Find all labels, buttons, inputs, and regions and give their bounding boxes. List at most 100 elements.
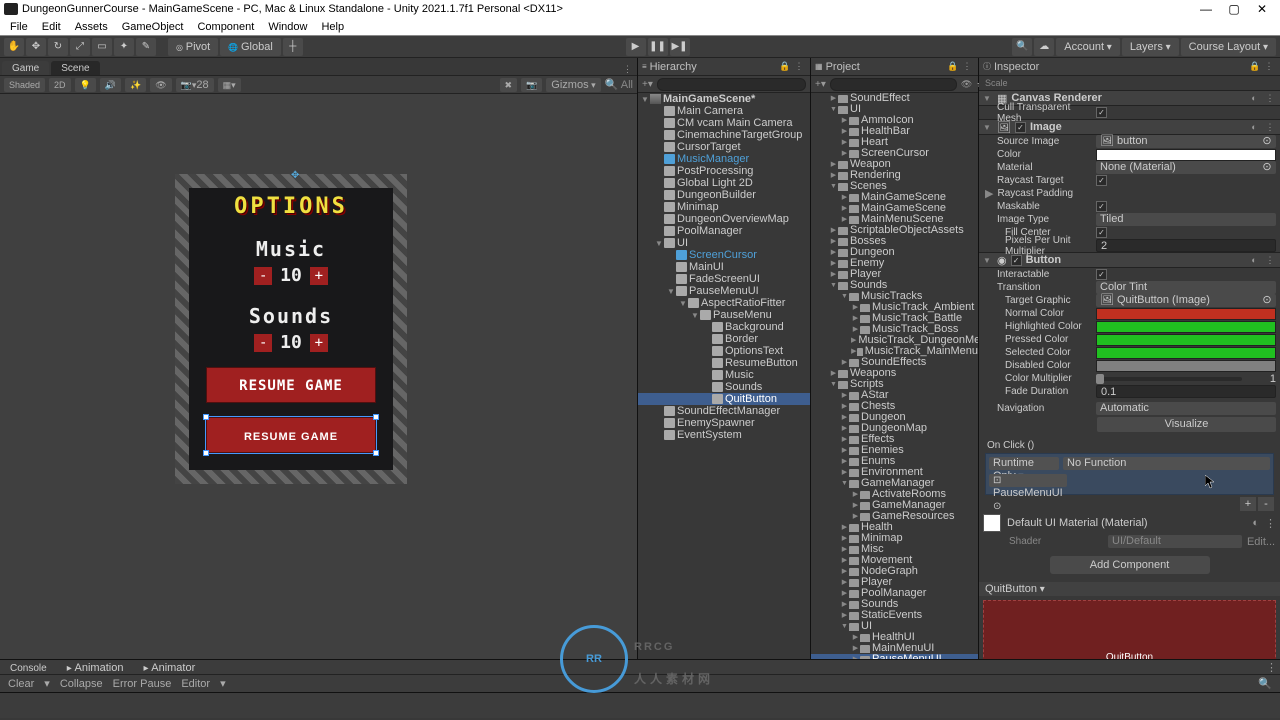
add-component-button[interactable]: Add Component [1050,556,1210,574]
hierarchy-item[interactable]: EventSystem [638,429,810,441]
project-item[interactable]: ▶Weapons [811,368,978,379]
scene-view[interactable]: ✥ OPTIONS Music - 10 + Sounds - 10 + RES… [0,94,637,659]
image-type-dd[interactable]: Tiled [1096,213,1276,226]
tab-animator[interactable]: ▸ Animator [133,661,205,674]
target-graphic-field[interactable]: 🖼QuitButton (Image)⊙ [1096,294,1276,307]
maximize-button[interactable]: ▢ [1220,0,1248,18]
hierarchy-item[interactable]: ▼PauseMenuUI [638,285,810,297]
material-field[interactable]: None (Material)⊙ [1096,161,1276,174]
highlighted-color[interactable] [1096,321,1276,333]
hierarchy-item[interactable]: OptionsText [638,345,810,357]
project-item[interactable]: ▶ScreenCursor [811,148,978,159]
layers-dropdown[interactable]: Layers ▾ [1122,38,1179,56]
music-minus[interactable]: - [254,267,272,285]
hierarchy-item[interactable]: SoundEffectManager [638,405,810,417]
tab-game[interactable]: Game [2,61,49,75]
move-gizmo-icon[interactable]: ✥ [291,170,301,180]
disabled-color[interactable] [1096,360,1276,372]
gizmos-dd[interactable]: Gizmos ▾ [546,78,600,92]
sounds-minus[interactable]: - [254,334,272,352]
tab-scene[interactable]: Scene [51,61,99,75]
fade-field[interactable]: 0.1 [1096,385,1276,398]
hierarchy-item[interactable]: ▼PauseMenu [638,309,810,321]
snap-toggle[interactable]: ┼ [283,38,303,56]
project-tree[interactable]: ▶SoundEffect▼UI▶AmmoIcon▶HealthBar▶Heart… [811,93,978,659]
hierarchy-item[interactable]: Minimap [638,201,810,213]
hierarchy-item[interactable]: Background [638,321,810,333]
onclick-remove[interactable]: - [1258,497,1274,511]
hierarchy-scene-row[interactable]: ▼MainGameScene* [638,93,810,105]
image-color-field[interactable] [1096,149,1276,161]
image-header[interactable]: ▼🖼✓ Image ◐⋮ [979,119,1280,135]
scene-vis[interactable]: 👁 [150,78,171,92]
ppu-field[interactable]: 2 [1096,239,1276,252]
hierarchy-item[interactable]: QuitButton [638,393,810,405]
sounds-plus[interactable]: + [310,334,328,352]
hierarchy-item[interactable]: FadeScreenUI [638,273,810,285]
audio-toggle[interactable]: 🔊 [100,78,121,92]
account-dropdown[interactable]: Account ▾ [1056,38,1120,56]
project-item[interactable]: ▶DungeonMap [811,423,978,434]
project-item[interactable]: ▶Dungeon [811,247,978,258]
close-button[interactable]: ✕ [1248,0,1276,18]
hierarchy-item[interactable]: Border [638,333,810,345]
function-dd[interactable]: No Function [1063,457,1270,470]
console-editor[interactable]: Editor [177,678,214,690]
hierarchy-item[interactable]: Main Camera [638,105,810,117]
search-button[interactable]: 🔍 [1012,38,1032,56]
minimize-button[interactable]: — [1192,0,1220,18]
hierarchy-item[interactable]: Sounds [638,381,810,393]
menu-component[interactable]: Component [191,21,260,33]
console-collapse[interactable]: Collapse [56,678,107,690]
menu-file[interactable]: File [4,21,34,33]
menu-edit[interactable]: Edit [36,21,67,33]
rect-tool[interactable]: ▭ [92,38,112,56]
onclick-object[interactable]: ⊡ PauseMenuUI ⊙ [989,474,1067,487]
step-button[interactable]: ▶❚ [670,38,690,56]
project-item[interactable]: ▶Enemy [811,258,978,269]
hierarchy-item[interactable]: Music [638,369,810,381]
preview-header[interactable]: QuitButton ▾ [979,582,1280,596]
normal-color[interactable] [1096,308,1276,320]
2d-toggle[interactable]: 2D [49,78,71,92]
raycast-checkbox[interactable]: ✓ [1096,175,1107,186]
hierarchy-tree[interactable]: ▼MainGameScene*Main CameraCM vcam Main C… [638,93,810,659]
hand-tool[interactable]: ✋ [4,38,24,56]
project-item[interactable]: ▶ScriptableObjectAssets [811,225,978,236]
project-search[interactable] [830,78,957,91]
hierarchy-item[interactable]: CinemachineTargetGroup [638,129,810,141]
console-clear[interactable]: Clear [4,678,38,690]
move-tool[interactable]: ✥ [26,38,46,56]
global-toggle[interactable]: 🌐 Global [220,38,281,56]
scene-cam[interactable]: 📷 [521,78,542,92]
quit-button-selected[interactable]: RESUME GAME [206,417,376,453]
rotate-tool[interactable]: ↻ [48,38,68,56]
hierarchy-item[interactable]: CursorTarget [638,141,810,153]
play-button[interactable]: ▶ [626,38,646,56]
pause-button[interactable]: ❚❚ [648,38,668,56]
lights-toggle[interactable]: 💡 [75,78,96,92]
hierarchy-item[interactable]: MusicManager [638,153,810,165]
maskable-checkbox[interactable]: ✓ [1096,201,1107,212]
menu-window[interactable]: Window [262,21,313,33]
project-menu-icon[interactable]: ⋮ [960,61,974,72]
hierarchy-search[interactable] [657,78,806,91]
pressed-color[interactable] [1096,334,1276,346]
tab-animation[interactable]: ▸ Animation [57,661,134,674]
hierarchy-item[interactable]: ScreenCursor [638,249,810,261]
transform-tool[interactable]: ✦ [114,38,134,56]
hierarchy-item[interactable]: ResumeButton [638,357,810,369]
hierarchy-item[interactable]: DungeonBuilder [638,189,810,201]
hierarchy-item[interactable]: PoolManager [638,225,810,237]
layout-dropdown[interactable]: Course Layout ▾ [1181,38,1276,56]
project-item[interactable]: ▼Scripts [811,379,978,390]
color-mult-slider[interactable] [1096,377,1242,381]
tab-console[interactable]: Console [0,662,57,674]
camera-dd[interactable]: 📷▾28 [176,78,214,92]
fill-checkbox[interactable]: ✓ [1096,227,1107,238]
scene-tools[interactable]: ✖ [500,78,518,92]
music-plus[interactable]: + [310,267,328,285]
fx-toggle[interactable]: ✨ [125,78,146,92]
inspector-lock-icon[interactable]: 🔒 [1248,61,1262,72]
project-lock-icon[interactable]: 🔒 [946,61,960,72]
